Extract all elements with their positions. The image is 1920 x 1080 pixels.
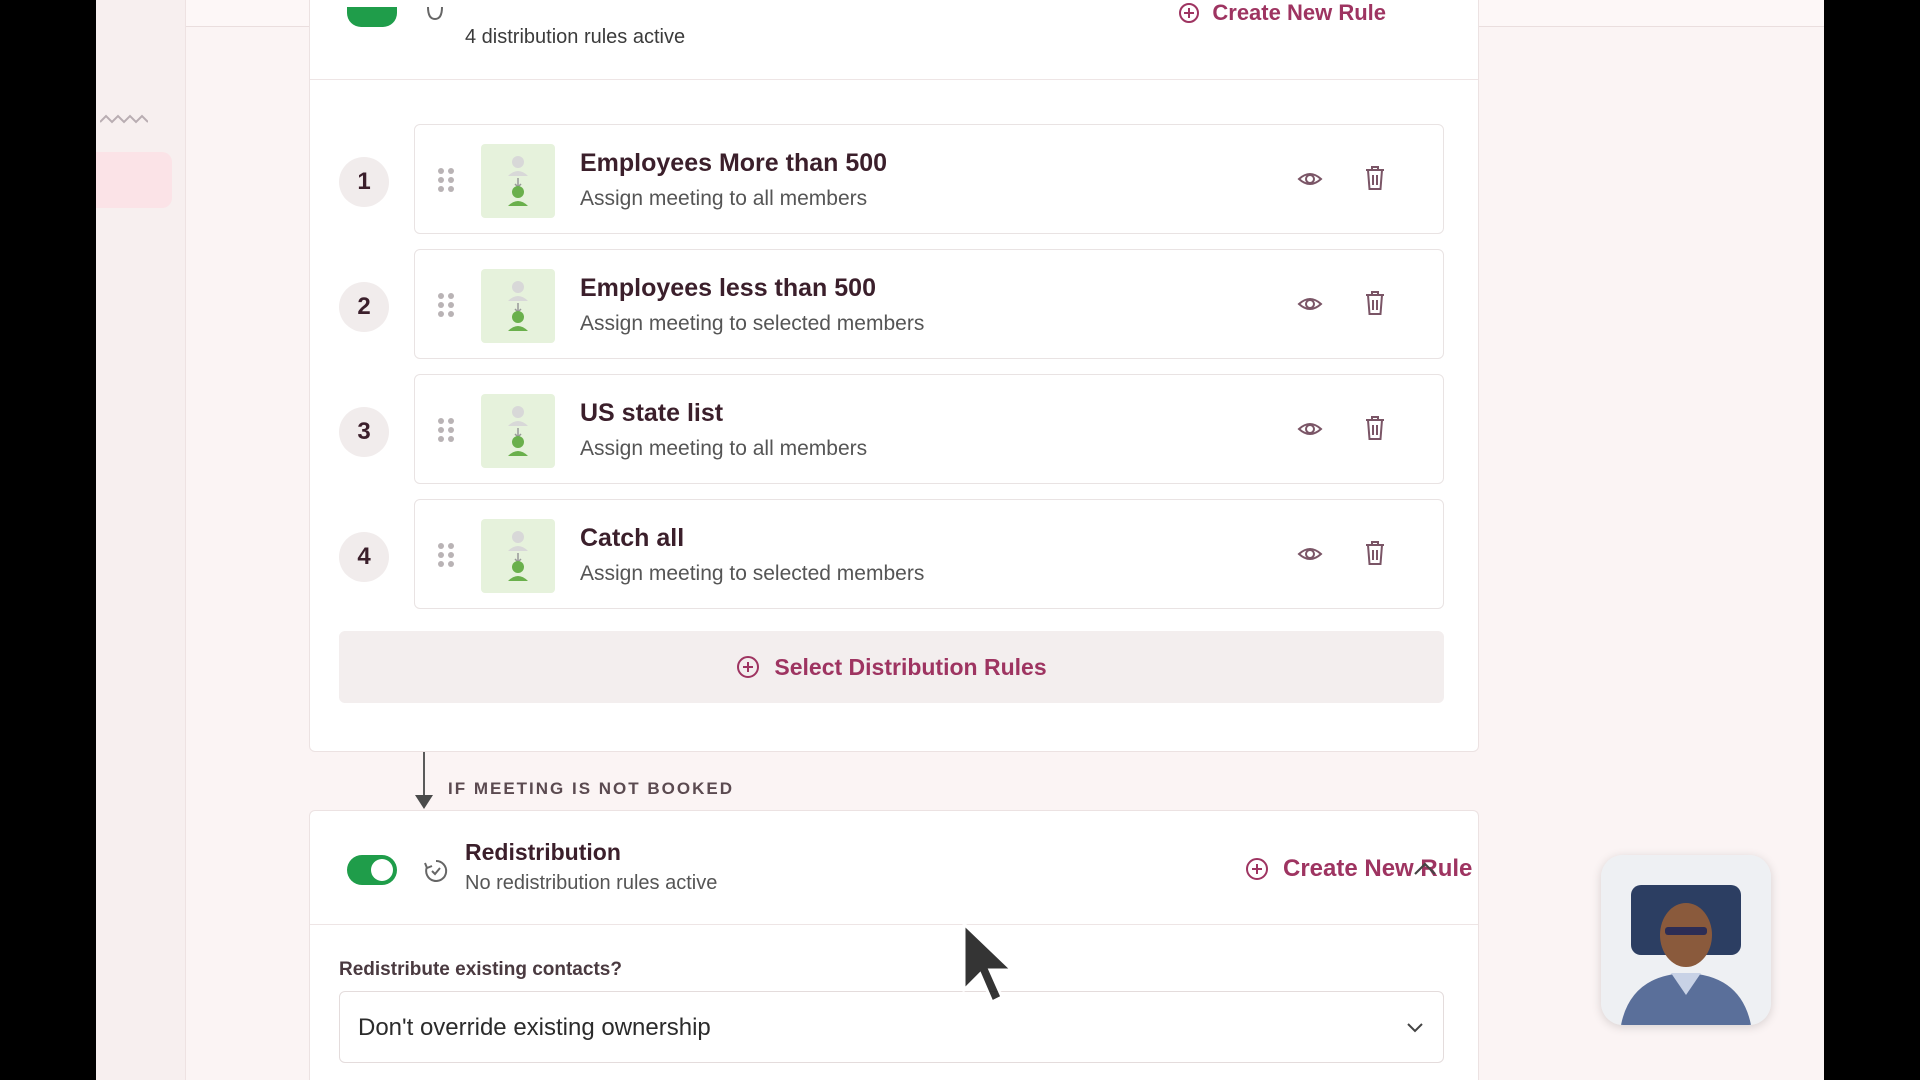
mouse-cursor-icon (962, 920, 1016, 1005)
trash-icon[interactable] (1364, 165, 1386, 191)
redistribution-title: Redistribution (465, 839, 621, 865)
eye-icon[interactable] (1297, 292, 1323, 316)
flow-arrow-icon (415, 795, 433, 809)
drag-handle-icon[interactable] (437, 292, 455, 318)
create-new-rule-button-top[interactable]: Create New Rule (1178, 0, 1386, 26)
rule-row-3: 3 US state list Assign meeting to all me… (310, 374, 1478, 484)
rule-title: US state list (580, 399, 724, 427)
distribution-rules-icon (427, 7, 443, 21)
eye-icon[interactable] (1297, 542, 1323, 566)
rule-title: Catch all (580, 524, 685, 552)
rule-number: 1 (339, 157, 389, 207)
redistribute-contacts-label: Redistribute existing contacts? (339, 959, 622, 980)
drag-handle-icon[interactable] (437, 417, 455, 443)
rule-subtitle: Assign meeting to selected members (580, 312, 925, 335)
plus-circle-icon (737, 656, 760, 678)
eye-icon[interactable] (1297, 417, 1323, 441)
trash-icon[interactable] (1364, 540, 1386, 566)
redistribution-subtitle: No redistribution rules active (465, 872, 718, 894)
rule-card[interactable]: Catch all Assign meeting to selected mem… (414, 499, 1444, 609)
create-new-rule-label: Create New Rule (1283, 855, 1473, 882)
trash-icon[interactable] (1364, 415, 1386, 441)
plus-circle-icon (1246, 858, 1268, 880)
trash-icon[interactable] (1364, 290, 1386, 316)
presenter-avatar (1601, 855, 1771, 1025)
plus-circle-icon (1179, 3, 1200, 23)
rule-assignment-icon (481, 394, 555, 468)
toggle-knob (371, 859, 393, 881)
rule-number: 4 (339, 532, 389, 582)
eye-icon[interactable] (1297, 167, 1323, 191)
left-sidebar (96, 0, 186, 1080)
rule-card[interactable]: Employees More than 500 Assign meeting t… (414, 124, 1444, 234)
rule-assignment-icon (481, 144, 555, 218)
rule-row-1: 1 Employees More than 500 Assign meeting… (310, 124, 1478, 234)
redistribute-contacts-select[interactable]: Don't override existing ownership (339, 991, 1444, 1063)
redistribution-toggle[interactable] (347, 855, 397, 885)
sidebar-logo-icon (100, 114, 148, 124)
rule-subtitle: Assign meeting to selected members (580, 562, 925, 585)
distribution-toggle[interactable] (347, 7, 397, 27)
distribution-subtitle: 4 distribution rules active (465, 26, 686, 48)
sidebar-active-item[interactable] (96, 152, 172, 208)
rule-row-2: 2 Employees less than 500 Assign meeting… (310, 249, 1478, 359)
redistribution-card: Redistribution No redistribution rules a… (309, 810, 1479, 1080)
select-distribution-rules-button[interactable]: Select Distribution Rules (339, 631, 1444, 703)
rule-number: 3 (339, 407, 389, 457)
redistribution-header: Redistribution No redistribution rules a… (310, 811, 1478, 925)
connector-label: IF MEETING IS NOT BOOKED (448, 779, 735, 798)
rule-subtitle: Assign meeting to all members (580, 437, 868, 460)
select-value: Don't override existing ownership (358, 1014, 711, 1041)
rule-assignment-icon (481, 269, 555, 343)
drag-handle-icon[interactable] (437, 167, 455, 193)
rule-number: 2 (339, 282, 389, 332)
redistribution-icon (424, 859, 448, 882)
create-new-rule-label: Create New Rule (1212, 0, 1386, 25)
distribution-header: 4 distribution rules active Create New R… (310, 0, 1478, 80)
rule-title: Employees less than 500 (580, 274, 876, 302)
drag-handle-icon[interactable] (437, 542, 455, 568)
rule-row-4: 4 Catch all Assign meeting to selected m… (310, 499, 1478, 609)
chevron-up-icon[interactable] (1412, 859, 1438, 879)
select-distribution-rules-label: Select Distribution Rules (774, 653, 1047, 680)
rule-card[interactable]: Employees less than 500 Assign meeting t… (414, 249, 1444, 359)
rule-assignment-icon (481, 519, 555, 593)
distribution-card: 4 distribution rules active Create New R… (309, 0, 1479, 752)
app-screen: 4 distribution rules active Create New R… (96, 0, 1824, 1080)
rule-subtitle: Assign meeting to all members (580, 187, 868, 210)
create-new-rule-button[interactable]: Create New Rule (1245, 855, 1472, 883)
chevron-down-icon (1407, 1023, 1423, 1033)
rule-title: Employees More than 500 (580, 149, 888, 177)
presenter-video (1601, 855, 1771, 1025)
rule-card[interactable]: US state list Assign meeting to all memb… (414, 374, 1444, 484)
